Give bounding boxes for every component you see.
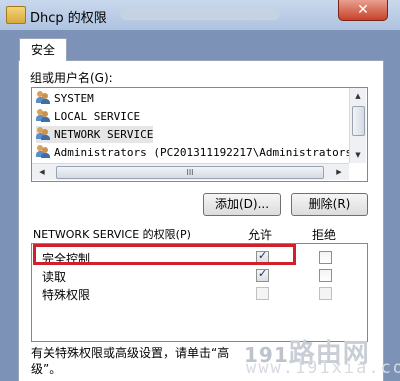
list-item-selected[interactable]: NETWORK SERVICE bbox=[36, 126, 154, 143]
close-button[interactable]: ✕ bbox=[338, 0, 388, 21]
deny-special-checkbox bbox=[319, 287, 332, 300]
remove-button[interactable]: 删除(R) bbox=[291, 193, 368, 216]
add-button[interactable]: 添加(D)... bbox=[203, 193, 281, 216]
info-line-2: 级”。 bbox=[31, 362, 62, 376]
deny-read-checkbox[interactable] bbox=[319, 269, 332, 282]
scroll-right-icon[interactable]: ▶ bbox=[331, 164, 347, 180]
scroll-down-icon[interactable]: ▼ bbox=[350, 147, 366, 163]
horizontal-scrollbar[interactable]: ◀ III ▶ bbox=[32, 163, 349, 180]
list-item[interactable]: LOCAL SERVICE bbox=[36, 108, 140, 125]
users-group-label: 组或用户名(G): bbox=[30, 71, 113, 85]
blurred-title-area bbox=[120, 8, 280, 20]
check-icon: ✓ bbox=[258, 267, 268, 280]
scroll-up-icon[interactable]: ▲ bbox=[350, 88, 366, 104]
list-item[interactable]: SYSTEM bbox=[36, 90, 94, 107]
user-group-icon bbox=[36, 127, 50, 140]
folder-icon bbox=[6, 6, 26, 24]
user-group-icon bbox=[36, 145, 50, 158]
advanced-info-text: 有关特殊权限或高级设置，请单击“高 级”。 bbox=[31, 345, 229, 377]
vertical-scroll-thumb[interactable] bbox=[352, 106, 365, 136]
user-group-icon bbox=[36, 109, 50, 122]
close-icon: ✕ bbox=[357, 2, 369, 18]
permissions-title: NETWORK SERVICE 的权限(P) bbox=[33, 228, 191, 241]
user-group-icon bbox=[36, 91, 50, 104]
deny-full-control-checkbox[interactable] bbox=[319, 251, 332, 264]
list-item[interactable]: Administrators (PC201311192217\Administr… bbox=[36, 144, 359, 161]
horizontal-scroll-thumb[interactable]: III bbox=[56, 166, 324, 179]
list-item-label: SYSTEM bbox=[54, 92, 94, 105]
title-bar[interactable]: Dhcp 的权限 ✕ bbox=[0, 0, 400, 30]
list-item-label: LOCAL SERVICE bbox=[54, 110, 141, 123]
highlight-annotation bbox=[33, 244, 296, 265]
permission-label-read: 读取 bbox=[42, 270, 67, 284]
list-item-label: NETWORK SERVICE bbox=[54, 128, 154, 141]
vertical-scrollbar[interactable]: ▲ ▼ bbox=[349, 88, 366, 163]
permission-label-special: 特殊权限 bbox=[42, 288, 91, 302]
watermark-url: www.191xia.com bbox=[246, 358, 400, 378]
tab-security[interactable]: 安全 bbox=[19, 38, 67, 61]
scroll-left-icon[interactable]: ◀ bbox=[34, 164, 50, 180]
allow-column-header: 允许 bbox=[248, 228, 273, 242]
window-title: Dhcp 的权限 bbox=[30, 11, 107, 26]
allow-read-checkbox[interactable]: ✓ bbox=[256, 267, 269, 282]
info-line-1: 有关特殊权限或高级设置，请单击“高 bbox=[31, 346, 230, 360]
grip-icon: III bbox=[186, 168, 194, 177]
allow-special-checkbox bbox=[256, 287, 269, 300]
deny-column-header: 拒绝 bbox=[312, 228, 337, 242]
list-item-label: Administrators (PC201311192217\Administr… bbox=[54, 146, 359, 159]
